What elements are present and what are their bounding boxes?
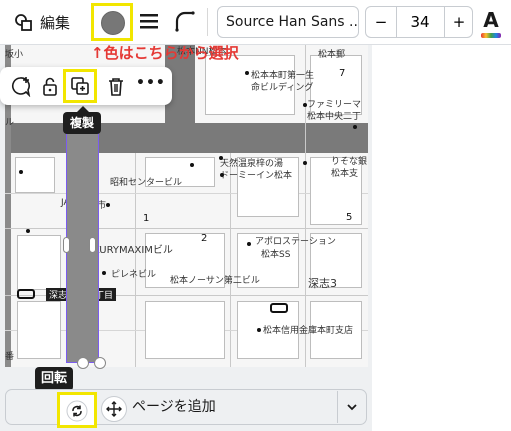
add-page-dropdown[interactable] [337, 391, 366, 423]
editor-toolbar: 編集 Source Han Sans ... − 34 + A [0, 0, 511, 45]
map-label: ドーミーイン松本 [220, 171, 293, 181]
resize-handle[interactable] [77, 357, 89, 369]
rotate-icon [66, 400, 88, 422]
map-label: 命ビルディング [251, 83, 314, 93]
fill-color-button[interactable] [91, 3, 133, 41]
map-label: 松本中央二丁 [307, 112, 362, 122]
map-label: 坂小 [5, 50, 24, 60]
map-label: 番 [5, 352, 15, 362]
element-context-toolbar: ••• [0, 67, 172, 105]
move-icon [106, 401, 122, 417]
more-options-button[interactable]: ••• [136, 75, 166, 91]
duplicate-button[interactable] [63, 69, 97, 103]
map-label: 松本SS [261, 250, 291, 260]
edit-label: 編集 [40, 13, 71, 32]
chevron-down-icon [347, 404, 357, 411]
map-label: 松本信用金庫本町支店 [263, 326, 354, 336]
resize-handle-side[interactable] [89, 237, 96, 253]
map-label: 松本支 [331, 169, 359, 179]
duplicate-icon [71, 77, 89, 95]
resize-handle[interactable] [94, 357, 106, 369]
rotate-button[interactable] [57, 392, 97, 428]
comment-add-icon[interactable] [9, 75, 31, 97]
font-family-select[interactable]: Source Han Sans ... [217, 6, 359, 38]
side-panel [372, 45, 511, 431]
font-size-input[interactable]: 34 [396, 7, 444, 37]
move-button[interactable] [101, 396, 127, 422]
edit-shapes-icon [15, 14, 32, 31]
color-swatch [101, 11, 125, 35]
increase-font-size-button[interactable]: + [444, 7, 473, 37]
lock-icon[interactable] [39, 75, 61, 97]
map-label: 深志3 [308, 277, 337, 290]
map-label: ル [5, 118, 15, 128]
trash-icon[interactable] [105, 75, 127, 97]
corner-rounding-icon[interactable] [172, 9, 196, 33]
add-page-label: ページを追加 [132, 399, 216, 415]
rainbow-bar [481, 33, 501, 38]
map-label: 松本郵 [318, 50, 346, 60]
color-select-annotation: ↑色はこちらから選択 [91, 44, 239, 62]
map-label: ピレネビル [111, 270, 157, 280]
decrease-font-size-button[interactable]: − [366, 7, 397, 37]
map-label: KURYMAXIMビル [93, 245, 173, 256]
text-color-button[interactable]: A [479, 8, 503, 38]
font-size-stepper: − 34 + [365, 6, 473, 38]
map-label: 松本ノーサン第二ビル [170, 276, 260, 286]
map-label: 昭和センタービル [110, 178, 183, 188]
resize-handle-side[interactable] [63, 237, 70, 253]
text-color-icon: A [483, 8, 499, 32]
map-road-horizontal [5, 123, 368, 153]
map-label: アポロステーション [255, 237, 336, 247]
rotate-label: 回転 [35, 367, 74, 391]
border-style-icon[interactable] [138, 10, 160, 32]
duplicate-tooltip: 複製 [63, 112, 102, 134]
edit-button[interactable]: 編集 [14, 6, 70, 38]
